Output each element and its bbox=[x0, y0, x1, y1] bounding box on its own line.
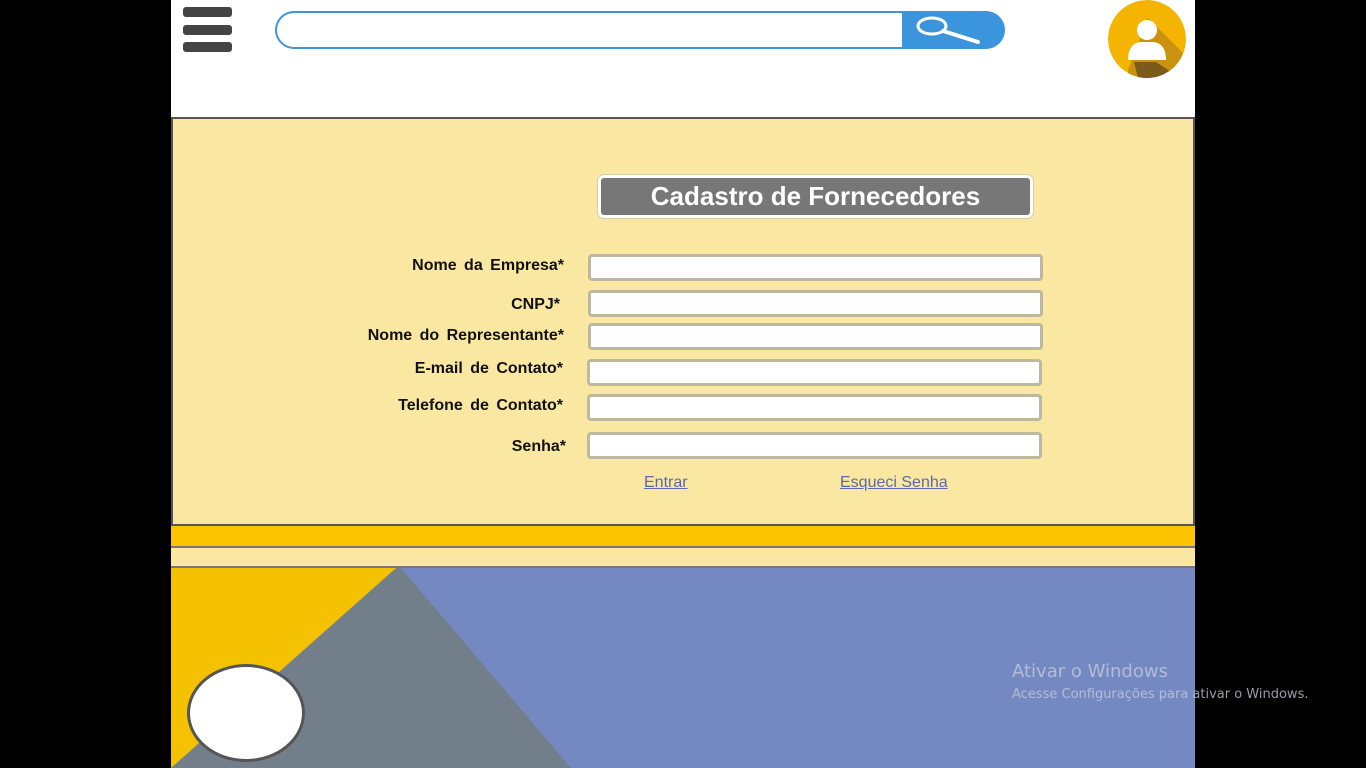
contact-phone-field[interactable] bbox=[587, 394, 1042, 421]
label-password: Senha* bbox=[511, 438, 566, 455]
page-title: Cadastro de Fornecedores bbox=[598, 175, 1033, 218]
representative-name-field[interactable] bbox=[588, 323, 1043, 350]
user-avatar-icon[interactable] bbox=[1108, 0, 1186, 78]
hamburger-icon[interactable] bbox=[183, 7, 233, 53]
app-canvas: Cadastro de Fornecedores Nome da Empresa… bbox=[171, 0, 1195, 768]
footer-circle-button[interactable] bbox=[187, 664, 305, 762]
footer-graphic bbox=[171, 568, 1195, 768]
label-contact-email: E-mail de Contato* bbox=[414, 360, 563, 377]
enter-link[interactable]: Entrar bbox=[644, 474, 688, 492]
label-cnpj: CNPJ* bbox=[511, 296, 560, 313]
label-contact-phone: Telefone de Contato* bbox=[398, 397, 563, 414]
search-button[interactable] bbox=[902, 11, 1005, 49]
top-header bbox=[171, 0, 1195, 117]
contact-email-field[interactable] bbox=[587, 359, 1042, 386]
label-company-name: Nome da Empresa* bbox=[412, 257, 564, 274]
cnpj-field[interactable] bbox=[588, 290, 1043, 317]
search-bar bbox=[275, 11, 1005, 49]
label-representative-name: Nome do Representante* bbox=[367, 327, 564, 344]
password-field[interactable] bbox=[587, 432, 1042, 459]
company-name-field[interactable] bbox=[588, 254, 1043, 281]
divider-band-yellow bbox=[171, 526, 1195, 546]
divider-band-light bbox=[171, 546, 1195, 568]
magnifier-icon bbox=[916, 16, 980, 44]
forgot-password-link[interactable]: Esqueci Senha bbox=[840, 474, 948, 492]
search-input[interactable] bbox=[275, 11, 903, 49]
